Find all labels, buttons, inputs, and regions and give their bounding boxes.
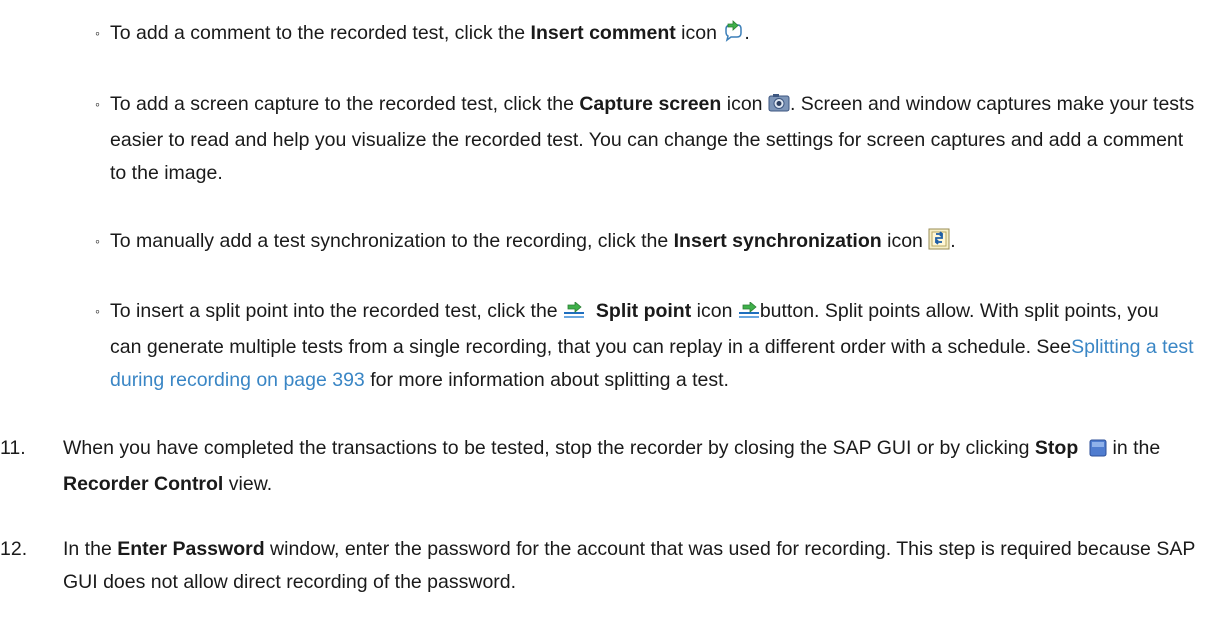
bullet-marker: ◦ bbox=[95, 96, 100, 112]
item-text: To insert a split point into the recorde… bbox=[110, 300, 564, 322]
step-item: In the Enter Password window, enter the … bbox=[63, 533, 1198, 599]
stop-icon bbox=[1089, 435, 1107, 468]
list-item: ◦ To add a comment to the recorded test,… bbox=[95, 17, 1195, 53]
item-text: icon bbox=[675, 22, 723, 44]
camera-icon bbox=[768, 91, 790, 124]
ui-term: Insert synchronization bbox=[673, 230, 882, 252]
list-item: ◦ To manually add a test synchronization… bbox=[95, 225, 1195, 261]
item-text: When you have completed the transactions… bbox=[63, 437, 1035, 459]
split-point-icon bbox=[738, 298, 760, 331]
document-page: ◦ To add a comment to the recorded test,… bbox=[0, 0, 1205, 635]
item-text: To add a comment to the recorded test, c… bbox=[110, 22, 531, 44]
item-text: To manually add a test synchronization t… bbox=[110, 230, 674, 252]
item-text: icon bbox=[721, 93, 768, 115]
bullet-marker: ◦ bbox=[95, 25, 100, 41]
item-text: for more information about splitting a t… bbox=[364, 369, 729, 391]
bullet-marker: ◦ bbox=[95, 303, 100, 319]
item-text: To add a screen capture to the recorded … bbox=[110, 93, 580, 115]
step-item: When you have completed the transactions… bbox=[63, 432, 1198, 501]
ui-term: Split point bbox=[595, 300, 692, 322]
split-point-icon bbox=[563, 298, 585, 331]
bullet-marker: ◦ bbox=[95, 233, 100, 249]
ui-term: Enter Password bbox=[117, 538, 265, 560]
synchronization-icon bbox=[928, 228, 950, 261]
item-text: . bbox=[744, 22, 750, 44]
step-number: 11. bbox=[0, 437, 26, 459]
ui-term: Capture screen bbox=[579, 93, 722, 115]
step-number: 12. bbox=[0, 538, 28, 560]
item-text: In the bbox=[63, 538, 118, 560]
list-item: ◦ To add a screen capture to the recorde… bbox=[95, 88, 1195, 190]
ui-term: Stop bbox=[1034, 437, 1079, 459]
item-text: . bbox=[950, 230, 956, 252]
item-text: in the bbox=[1107, 437, 1161, 459]
ui-term: Recorder Control bbox=[63, 473, 224, 495]
ui-term: Insert comment bbox=[530, 22, 676, 44]
list-item: ◦ To insert a split point into the recor… bbox=[95, 295, 1195, 397]
item-text: icon bbox=[691, 300, 738, 322]
item-text: icon bbox=[881, 230, 929, 252]
item-text: view. bbox=[223, 473, 273, 495]
insert-comment-icon bbox=[722, 20, 744, 53]
